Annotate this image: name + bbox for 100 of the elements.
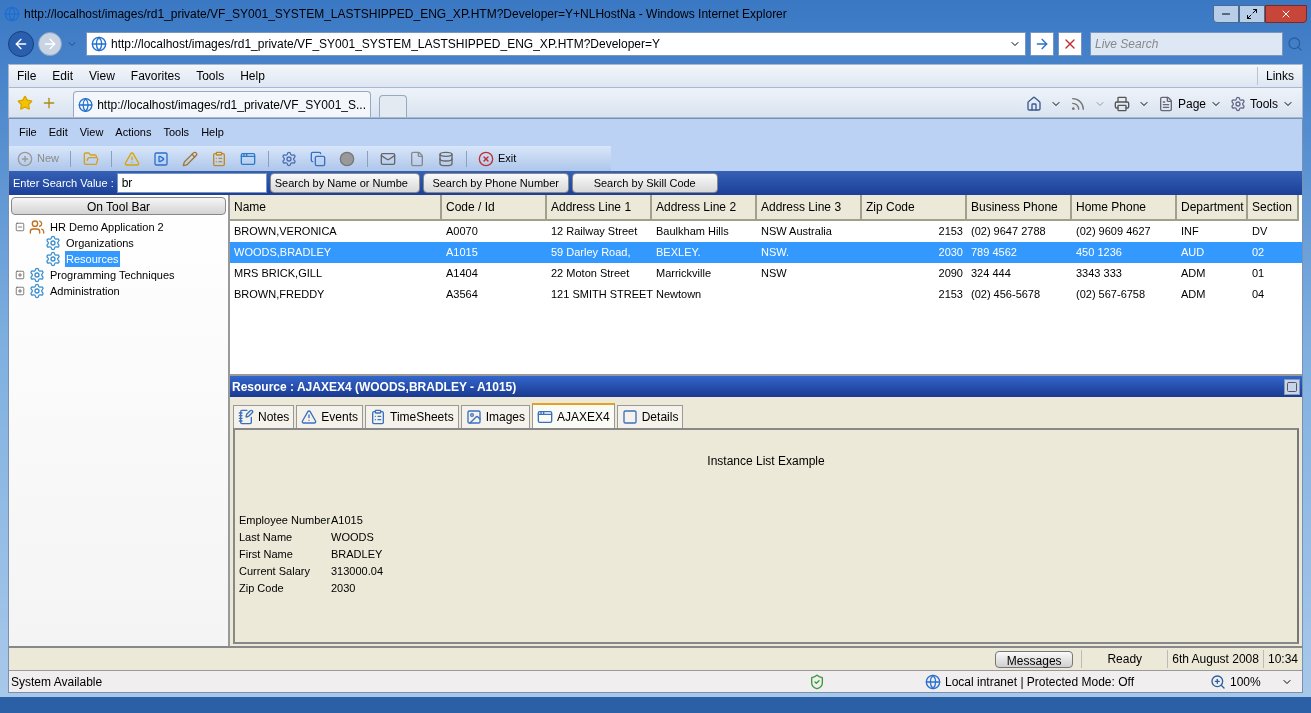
close-icon <box>1280 8 1292 20</box>
column-header[interactable]: Home Phone <box>1072 195 1177 221</box>
back-button[interactable] <box>8 31 34 57</box>
add-favorite-icon[interactable] <box>41 95 57 111</box>
tree-item[interactable]: Administration <box>49 282 121 300</box>
maximize-button[interactable] <box>1239 5 1265 23</box>
search-button[interactable]: Search by Skill Code <box>571 173 718 193</box>
table-cell: DV <box>1252 225 1268 238</box>
table-row[interactable]: BROWN,FREDDY A3564 121 SMITH STREET Newtown 2153 (02) 456-5678 (02) 567-6758 ADM 04 <box>230 284 1302 305</box>
search-button[interactable]: Search by Phone Number <box>422 173 569 193</box>
window-icon <box>240 150 256 167</box>
field-label: Current Salary <box>239 564 311 580</box>
table-cell: A1404 <box>446 267 478 280</box>
database-icon <box>438 150 454 167</box>
search-field[interactable]: Live Search <box>1090 32 1283 56</box>
column-header[interactable]: Zip Code <box>862 195 967 221</box>
table-cell: 01 <box>1252 267 1265 280</box>
menu-item[interactable]: File <box>9 67 45 85</box>
panel-title: Resource : AJAXEX4 (WOODS,BRADLEY - A1015) <box>232 378 517 396</box>
tool-bar-button[interactable]: On Tool Bar <box>11 197 226 215</box>
table-cell: Marrickville <box>656 267 711 280</box>
menu-item[interactable]: Help <box>232 67 273 85</box>
status-date: 6th August 2008 <box>1167 650 1263 668</box>
column-header[interactable]: Section <box>1248 195 1299 221</box>
tab[interactable]: Notes <box>233 405 295 428</box>
table-cell: NSW Australia <box>761 225 832 238</box>
tree-item[interactable]: HR Demo Application 2 <box>49 218 165 236</box>
table-cell: (02) 456-5678 <box>971 288 1041 301</box>
menu-item[interactable]: View <box>73 124 110 141</box>
table-cell: 324 444 <box>971 267 1011 280</box>
menu-item[interactable]: Actions <box>109 124 158 141</box>
menu-item[interactable]: Favorites <box>122 67 189 85</box>
favorites-star-icon[interactable] <box>17 95 33 111</box>
table-row[interactable]: MRS BRICK,GILL A1404 22 Moton Street Marrickville NSW 2090 324 444 3343 333 ADM 01 <box>230 263 1302 284</box>
gear-icon <box>45 235 61 251</box>
maximize-panel-button[interactable] <box>1284 378 1300 395</box>
field-value: WOODS <box>331 530 374 546</box>
command-button[interactable]: Page <box>1157 95 1222 113</box>
feed-icon[interactable] <box>1069 96 1086 112</box>
search-value-field[interactable]: br <box>116 173 267 193</box>
command-button[interactable]: Tools <box>1230 95 1294 113</box>
exit-button[interactable]: Exit <box>474 150 521 167</box>
tab[interactable]: Images <box>460 405 530 428</box>
new-tab-button[interactable] <box>379 95 407 117</box>
menu-item[interactable]: Edit <box>44 67 82 85</box>
search-button[interactable]: Search by Name or Numbe <box>269 173 420 193</box>
tab[interactable]: Events <box>296 405 364 428</box>
table-cell: A0070 <box>446 225 478 238</box>
stop-button[interactable] <box>1058 32 1082 56</box>
compatibility-icon[interactable] <box>809 673 825 690</box>
printer-icon[interactable] <box>1113 96 1130 112</box>
table-cell: (02) 567-6758 <box>1076 288 1146 301</box>
field-value: 2030 <box>331 581 356 597</box>
forward-button[interactable] <box>38 32 62 56</box>
address-field[interactable]: http://localhost/images/rd1_private/VF_SY001_SYSTEM_LASTSHIPPED_ENG_XP.HTM?Developer=Y <box>86 32 1026 56</box>
table-row[interactable]: BROWN,VERONICA A0070 12 Railway Street Baulkham Hills NSW Australia 2153 (02) 9647 2788 (02) 9609 4627 INF DV <box>230 221 1302 242</box>
window-title: http://localhost/images/rd1_private/VF_SY001_SYSTEM_LASTSHIPPED_ENG_XP.HTM?Developer=Y+NLHostNa - Windows Internet Explorer <box>24 6 788 23</box>
links-label[interactable]: Links <box>1257 67 1302 85</box>
column-header[interactable]: Code / Id <box>442 195 547 221</box>
field-label: Zip Code <box>239 581 285 597</box>
table-cell: 22 Moton Street <box>551 267 630 280</box>
column-header[interactable]: Address Line 3 <box>757 195 862 221</box>
tab[interactable]: Details <box>616 405 684 428</box>
gear-icon <box>1230 96 1246 112</box>
sphere-icon <box>339 150 355 167</box>
menu-item[interactable]: Edit <box>42 124 74 141</box>
column-header[interactable]: Address Line 2 <box>652 195 757 221</box>
tab[interactable]: TimeSheets <box>365 405 459 428</box>
home-icon[interactable] <box>1025 96 1042 112</box>
menu-item[interactable]: Tools <box>157 124 196 141</box>
pencil-icon <box>182 150 198 167</box>
envelope-icon <box>380 150 396 167</box>
tab[interactable]: AJAXEX4 <box>532 403 615 428</box>
restore-icon <box>1286 380 1298 393</box>
table-cell: NSW <box>761 267 787 280</box>
column-header[interactable]: Department <box>1177 195 1248 221</box>
gear-icon <box>29 267 45 283</box>
menu-item[interactable]: View <box>81 67 123 85</box>
menu-item[interactable]: Tools <box>188 67 233 85</box>
warning-icon <box>301 409 318 425</box>
collapse-icon[interactable] <box>15 222 25 232</box>
minimize-button[interactable] <box>1213 5 1239 23</box>
column-header[interactable]: Name <box>230 195 442 221</box>
expand-icon[interactable] <box>15 286 25 296</box>
expand-icon[interactable] <box>15 270 25 280</box>
menu-item[interactable]: File <box>13 124 43 141</box>
warning-icon <box>124 150 140 167</box>
zoom-button[interactable]: 100% <box>1210 672 1293 691</box>
tree-item[interactable]: Programming Techniques <box>49 266 176 284</box>
column-header[interactable]: Address Line 1 <box>547 195 652 221</box>
tree-item[interactable]: Organizations <box>65 234 135 252</box>
table-cell: 02 <box>1252 246 1265 259</box>
messages-button[interactable]: Messages <box>995 650 1074 668</box>
column-header[interactable]: Business Phone <box>967 195 1072 221</box>
menu-item[interactable]: Help <box>195 124 230 141</box>
table-cell: 450 1236 <box>1076 246 1122 259</box>
table-cell: 2153 <box>938 225 963 238</box>
go-button[interactable] <box>1030 32 1054 56</box>
browser-tab[interactable]: http://localhost/images/rd1_private/VF_SY001_S... <box>73 91 371 117</box>
table-cell: (02) 9609 4627 <box>1076 225 1151 238</box>
